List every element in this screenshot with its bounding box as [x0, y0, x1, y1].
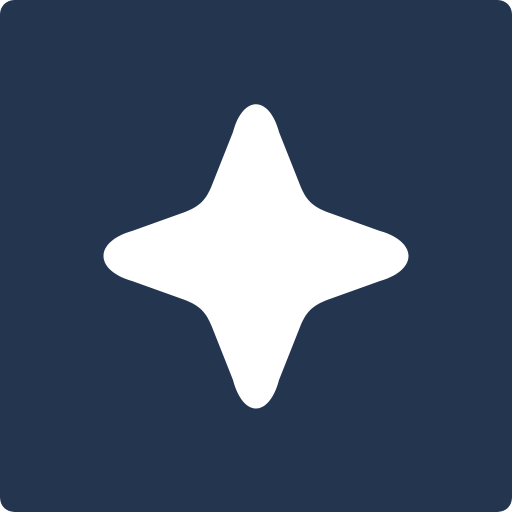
app-icon	[0, 0, 512, 512]
app-icon-graphic	[0, 0, 512, 512]
